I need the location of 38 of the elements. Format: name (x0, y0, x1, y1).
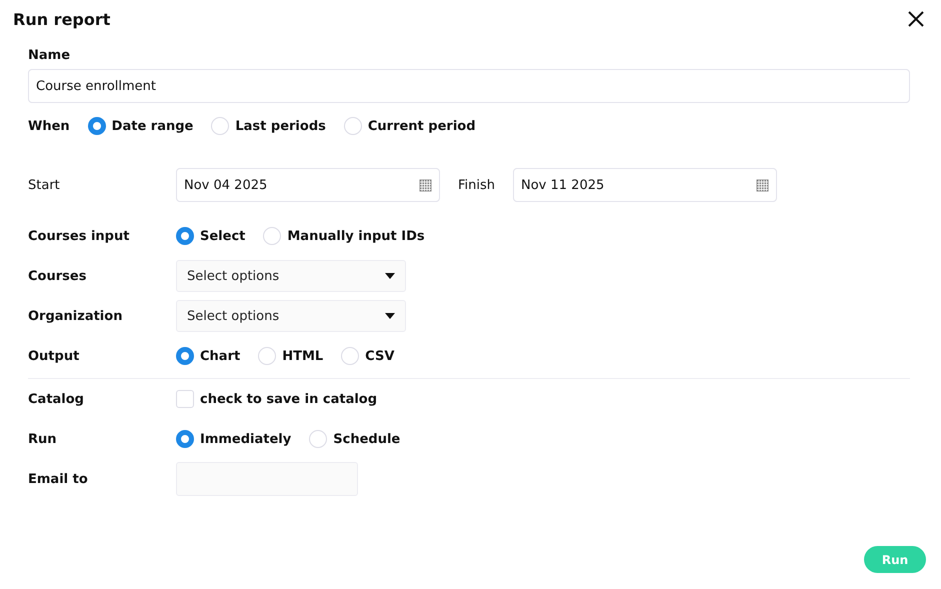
field-label: Organization (28, 308, 122, 324)
radio-button[interactable] (88, 117, 106, 135)
radio-option[interactable]: HTML (258, 347, 324, 365)
radio-option[interactable]: Chart (176, 347, 240, 365)
field-label: Output (28, 348, 80, 364)
field-label: Courses input (28, 228, 130, 244)
caret-icon (385, 313, 395, 319)
radio-option[interactable]: Immediately (176, 430, 292, 448)
catalog-checkbox[interactable]: check to save in catalog (176, 390, 378, 408)
radio-option[interactable]: Last periods (211, 117, 326, 135)
radio-option[interactable]: Current period (344, 117, 476, 135)
select-dropdown[interactable]: Select options (176, 260, 406, 292)
field-label: Name (28, 48, 72, 63)
radio-button[interactable] (176, 347, 194, 365)
radio-option[interactable]: Manually input IDs (263, 227, 425, 245)
field-label: Finish (457, 178, 496, 192)
date-field[interactable]: Nov 04 2025 (176, 168, 440, 202)
date-field[interactable]: Nov 11 2025 (513, 168, 777, 202)
name-field[interactable]: Course enrollment (28, 69, 910, 103)
radio-option[interactable]: Date range (88, 117, 194, 135)
calendar-icon[interactable] (756, 178, 769, 192)
radio-option[interactable]: Select (176, 227, 246, 245)
calendar-icon[interactable] (419, 178, 432, 192)
dialog-title: Run report (13, 10, 110, 28)
field-label: Email to (28, 472, 88, 486)
field-label: Catalog (28, 392, 84, 406)
field-label: Courses (28, 268, 86, 284)
field-label: Start (28, 178, 60, 192)
select-dropdown[interactable]: Select options (176, 300, 406, 332)
radio-button[interactable] (176, 430, 194, 448)
checkbox[interactable] (176, 390, 194, 408)
caret-icon (385, 273, 395, 279)
close-button[interactable] (906, 9, 926, 29)
radio-option[interactable]: CSV (341, 347, 394, 365)
radio-button[interactable] (176, 227, 194, 245)
field-label: Run (28, 432, 57, 446)
radio-option[interactable]: Schedule (309, 430, 400, 448)
field-label: When (28, 118, 70, 134)
